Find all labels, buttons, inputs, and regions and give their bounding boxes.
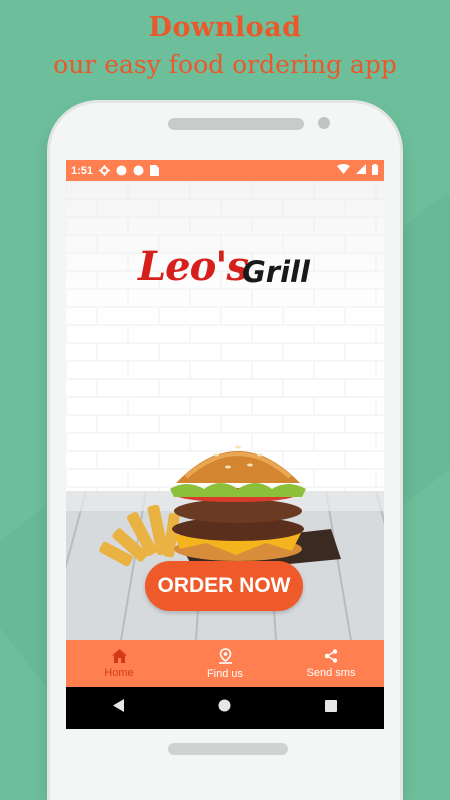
circle-icon [133,165,144,176]
phone-frame: 1:51 Leo's Grill ORDER NOW Home Find us … [50,103,400,800]
promo-subtitle: our easy food ordering app [53,50,397,80]
recents-icon[interactable] [325,699,338,717]
nav-label-send-sms: Send sms [306,666,356,679]
nav-label-home: Home [104,666,134,679]
status-time: 1:51 [71,164,94,177]
wifi-icon [337,164,350,177]
sim-icon [150,165,160,176]
battery-icon [372,163,378,178]
nav-item-send-sms[interactable]: Send sms [278,640,384,687]
logo-text-leos: Leo's [138,243,249,290]
app-screen: 1:51 Leo's Grill ORDER NOW Home Find us … [66,160,384,729]
phone-camera [318,117,330,129]
promo-title: Download [148,12,302,43]
home-icon [111,648,127,663]
android-navigation-bar [66,687,384,729]
phone-speaker [168,118,304,130]
order-now-button[interactable]: ORDER NOW [145,561,303,611]
location-icon [218,647,232,664]
logo-text-grill: Grill [242,255,310,289]
status-bar: 1:51 [66,160,384,181]
signal-icon [356,164,366,177]
gear-icon [99,165,111,176]
circle-icon [116,165,127,176]
home-circle-icon[interactable] [218,699,231,717]
promo-headline: Download our easy food ordering app [0,12,450,80]
phone-bottom-speaker [168,743,288,755]
leos-grill-logo: Leo's Grill [138,243,318,301]
hero-banner: Leo's Grill ORDER NOW [66,181,384,640]
nav-label-find-us: Find us [206,667,244,680]
nav-item-find-us[interactable]: Find us [172,640,278,687]
bottom-navigation: Home Find us Send sms [66,640,384,687]
back-icon[interactable] [112,699,125,717]
nav-item-home[interactable]: Home [66,640,172,687]
share-icon [324,648,338,663]
